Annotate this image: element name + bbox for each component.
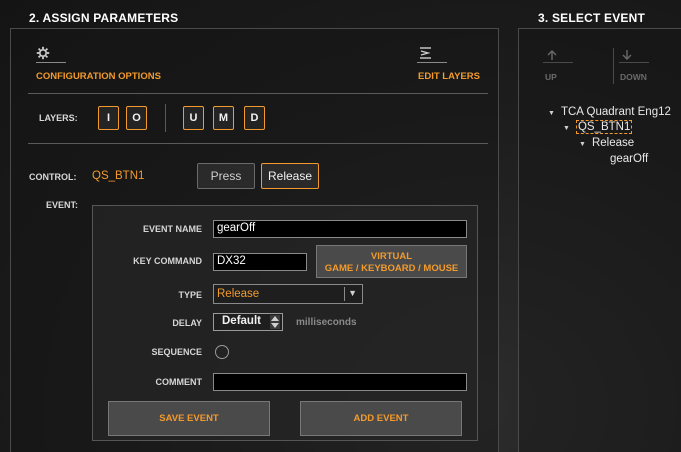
- layer-button-i[interactable]: I: [98, 106, 119, 130]
- control-value: QS_BTN1: [92, 170, 145, 182]
- event-label: EVENT:: [46, 200, 79, 210]
- press-button[interactable]: Press: [197, 163, 255, 189]
- select-section-title: 3. SELECT EVENT: [538, 11, 646, 25]
- layers-edit-icon[interactable]: [419, 46, 435, 62]
- type-select-value: Release: [217, 288, 260, 300]
- edit-layers-underline: [417, 62, 447, 63]
- key-command-input[interactable]: DX32: [213, 253, 307, 271]
- virtual-button-line1: VIRTUAL: [370, 251, 413, 262]
- release-button[interactable]: Release: [261, 163, 319, 189]
- layers-label: LAYERS:: [39, 113, 78, 123]
- tree-node-label: TCA Quadrant Eng12: [560, 106, 671, 118]
- chevron-down-icon[interactable]: ▼: [348, 288, 357, 298]
- key-command-label: KEY COMMAND: [133, 256, 202, 266]
- select-separator: [344, 287, 345, 301]
- up-button[interactable]: UP: [545, 72, 557, 82]
- virtual-button-line2: GAME / KEYBOARD / MOUSE: [324, 263, 459, 274]
- divider: [28, 93, 488, 94]
- sequence-radio[interactable]: [215, 345, 229, 359]
- sequence-label: SEQUENCE: [151, 347, 202, 357]
- configuration-options-button[interactable]: CONFIGURATION OPTIONS: [36, 71, 161, 82]
- divider: [28, 143, 488, 144]
- select-panel: [518, 28, 681, 452]
- layer-button-m[interactable]: M: [213, 106, 234, 130]
- config-underline: [36, 62, 66, 63]
- layer-button-d[interactable]: D: [244, 106, 265, 130]
- spinner-arrows-icon[interactable]: [270, 315, 280, 329]
- gear-icon[interactable]: [36, 46, 56, 62]
- arrow-up-icon[interactable]: [546, 48, 558, 66]
- save-event-button[interactable]: SAVE EVENT: [108, 401, 270, 436]
- layer-button-o[interactable]: O: [126, 106, 147, 130]
- type-label: TYPE: [178, 290, 202, 300]
- event-name-label: EVENT NAME: [142, 224, 202, 234]
- comment-input[interactable]: [213, 373, 467, 391]
- tree-node-trigger[interactable]: ▼ Release: [579, 137, 634, 149]
- delay-label: DELAY: [172, 318, 202, 328]
- control-label: CONTROL:: [29, 172, 77, 182]
- virtual-input-button[interactable]: VIRTUAL GAME / KEYBOARD / MOUSE: [316, 245, 467, 278]
- layer-button-u[interactable]: U: [183, 106, 204, 130]
- assign-section-title: 2. ASSIGN PARAMETERS: [29, 11, 179, 25]
- down-underline: [619, 62, 649, 63]
- tree-node-label: QS_BTN1: [575, 120, 633, 134]
- layers-separator: [165, 104, 166, 132]
- delay-spinner[interactable]: Default: [213, 313, 283, 331]
- down-button[interactable]: DOWN: [620, 72, 647, 82]
- expand-triangle-icon[interactable]: ▼: [548, 110, 555, 117]
- expand-triangle-icon[interactable]: ▼: [563, 125, 570, 132]
- up-underline: [543, 62, 573, 63]
- type-select[interactable]: Release ▼: [213, 284, 363, 304]
- add-event-button[interactable]: ADD EVENT: [300, 401, 462, 436]
- tree-node-control[interactable]: ▼ QS_BTN1: [563, 120, 633, 134]
- event-name-input[interactable]: gearOff: [213, 220, 467, 238]
- tree-node-root[interactable]: ▼ TCA Quadrant Eng12: [548, 106, 671, 118]
- delay-value: Default: [222, 315, 261, 327]
- tree-node-event[interactable]: gearOff: [610, 153, 648, 165]
- edit-layers-button[interactable]: EDIT LAYERS: [418, 71, 480, 82]
- tree-node-label: Release: [591, 137, 635, 149]
- expand-triangle-icon[interactable]: ▼: [579, 141, 586, 148]
- comment-label: COMMENT: [155, 377, 203, 387]
- nav-separator: [613, 48, 614, 84]
- delay-unit: milliseconds: [296, 317, 357, 328]
- arrow-down-icon[interactable]: [621, 48, 633, 66]
